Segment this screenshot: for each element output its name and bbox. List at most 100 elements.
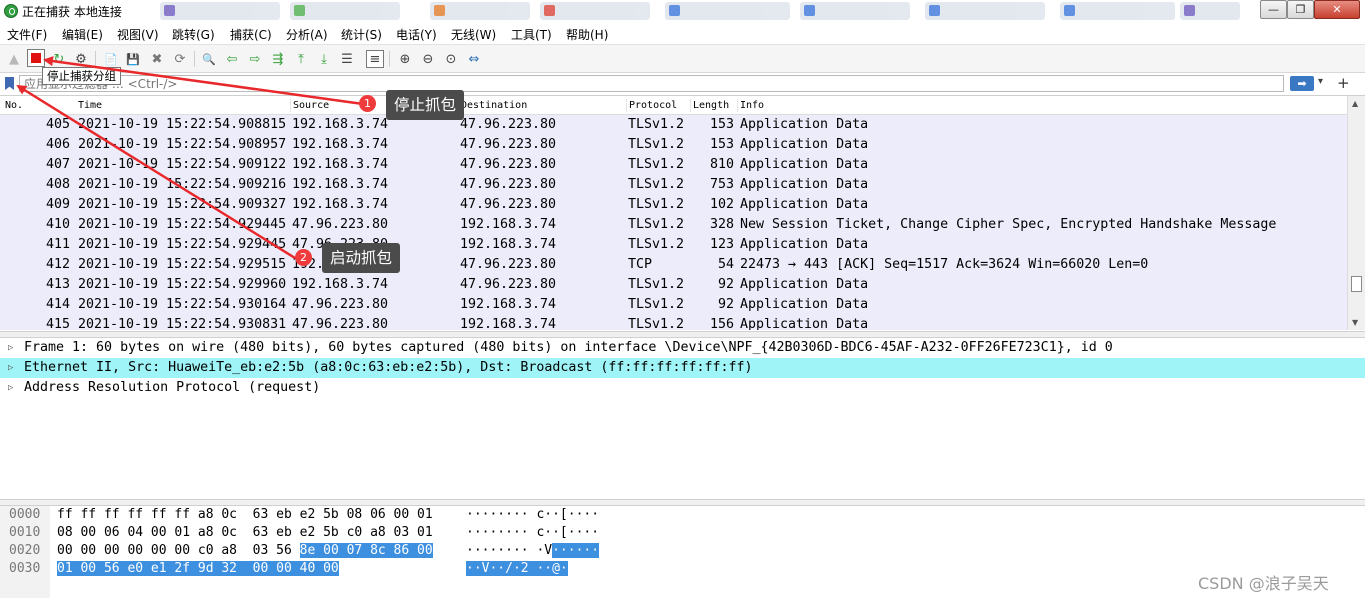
pane-splitter[interactable]	[0, 331, 1365, 338]
column-header-destination[interactable]: Destination	[458, 99, 527, 112]
packet-length: 123	[709, 237, 734, 252]
go-back-icon[interactable]: ⇦	[223, 50, 241, 68]
minimize-button[interactable]: —	[1260, 0, 1287, 19]
zoom-out-icon[interactable]: ⊖	[419, 50, 437, 68]
zoom-reset-icon[interactable]: ⊙	[442, 50, 460, 68]
go-to-packet-icon[interactable]: ⇶	[269, 50, 287, 68]
scrollbar-thumb[interactable]	[1351, 276, 1362, 292]
menu-help[interactable]: 帮助(H)	[566, 26, 608, 43]
apply-filter-button[interactable]: ➡	[1290, 76, 1314, 91]
detail-row-ethernet[interactable]: ▷ Ethernet II, Src: HuaweiTe_eb:e2:5b (a…	[0, 358, 1365, 378]
background-tab	[665, 2, 790, 20]
menu-telephony[interactable]: 电话(Y)	[396, 26, 437, 43]
menu-capture[interactable]: 捕获(C)	[230, 26, 272, 43]
packet-row[interactable]: 406 2021-10-19 15:22:54.908957 192.168.3.7…	[0, 135, 1347, 155]
detail-row-arp[interactable]: ▷ Address Resolution Protocol (request)	[0, 378, 1365, 398]
menu-statistics[interactable]: 统计(S)	[341, 26, 382, 43]
packet-list-scrollbar[interactable]: ▲ ▼	[1347, 96, 1365, 330]
menu-edit[interactable]: 编辑(E)	[62, 26, 103, 43]
close-file-icon[interactable]: ✖	[148, 50, 166, 68]
display-filter-input[interactable]	[19, 75, 1284, 92]
annotation-callout-start: 启动抓包	[322, 243, 401, 273]
packet-protocol: TLSv1.2	[628, 217, 685, 232]
resize-columns-icon[interactable]: ⇔	[465, 50, 483, 68]
menu-analyze[interactable]: 分析(A)	[286, 26, 328, 43]
packet-row[interactable]: 414 2021-10-19 15:22:54.930164 47.96.223.8…	[0, 295, 1347, 315]
column-header-info[interactable]: Info	[737, 99, 764, 112]
menu-file[interactable]: 文件(F)	[7, 26, 47, 43]
packet-protocol: TLSv1.2	[628, 137, 685, 152]
column-header-time[interactable]: Time	[76, 99, 102, 112]
annotation-badge-1: 1	[359, 95, 376, 112]
packet-row[interactable]: 4122021-10-19 15:22:54.929515192.168.3.7…	[0, 255, 1347, 275]
ascii-bytes[interactable]: ········ c··[····	[466, 524, 599, 542]
packet-row[interactable]: 410 2021-10-19 15:22:54.929445 47.96.223.8…	[0, 215, 1347, 235]
zoom-in-icon[interactable]: ⊕	[396, 50, 414, 68]
column-header-protocol[interactable]: Protocol	[626, 99, 677, 112]
packet-time: 2021-10-19 15:22:54.929445	[78, 237, 287, 252]
filter-dropdown-icon[interactable]: ▾	[1318, 76, 1323, 87]
find-packet-icon[interactable]: 🔍	[200, 50, 218, 68]
scroll-up-icon[interactable]: ▲	[1352, 99, 1358, 108]
menu-view[interactable]: 视图(V)	[117, 26, 159, 43]
detail-row-frame[interactable]: ▷ Frame 1: 60 bytes on wire (480 bits), …	[0, 338, 1365, 358]
go-forward-icon[interactable]: ⇨	[246, 50, 264, 68]
packet-source: 47.96.223.80	[292, 317, 389, 330]
ascii-bytes[interactable]: ··V··/·2 ··@·	[466, 560, 568, 578]
menu-wireless[interactable]: 无线(W)	[451, 26, 496, 43]
packet-time: 2021-10-19 15:22:54.909216	[78, 177, 287, 192]
expand-arrow-icon[interactable]: ▷	[8, 378, 13, 398]
menu-tools[interactable]: 工具(T)	[511, 26, 552, 43]
scroll-down-icon[interactable]: ▼	[1352, 318, 1358, 327]
menu-go[interactable]: 跳转(G)	[172, 26, 215, 43]
packet-source: 192.168.3.74	[292, 137, 389, 152]
close-button[interactable]: ✕	[1314, 0, 1360, 19]
hex-bytes[interactable]: ff ff ff ff ff ff a8 0c 63 eb e2 5b 08 0…	[57, 506, 433, 524]
go-first-packet-icon[interactable]: ⤒	[292, 50, 310, 68]
packet-info: Application Data	[740, 197, 869, 212]
packet-row[interactable]: 405 2021-10-19 15:22:54.908815 192.168.3.7…	[0, 115, 1347, 135]
packet-no: 405	[46, 117, 71, 132]
packet-row[interactable]: 407 2021-10-19 15:22:54.909122 192.168.3.7…	[0, 155, 1347, 175]
save-file-icon[interactable]: 💾	[124, 50, 142, 68]
reload-file-icon[interactable]: ⟳	[171, 50, 189, 68]
restart-capture-icon[interactable]: ↻	[50, 50, 68, 68]
hex-bytes[interactable]: 08 00 06 04 00 01 a8 0c 63 eb e2 5b c0 a…	[57, 524, 433, 542]
packet-info: Application Data	[740, 277, 869, 292]
packet-no: 412	[46, 257, 71, 272]
ascii-bytes[interactable]: ········ c··[····	[466, 506, 599, 524]
packet-row[interactable]: 413 2021-10-19 15:22:54.929960 192.168.3.7…	[0, 275, 1347, 295]
maximize-button[interactable]: ❐	[1287, 0, 1314, 19]
packet-row[interactable]: 409 2021-10-19 15:22:54.909327 192.168.3.7…	[0, 195, 1347, 215]
packet-row[interactable]: 408 2021-10-19 15:22:54.909216 192.168.3.7…	[0, 175, 1347, 195]
ascii-bytes[interactable]: ········ ·V······	[466, 542, 600, 560]
autoscroll-icon[interactable]: ☰	[338, 50, 356, 68]
hex-bytes[interactable]: 00 00 00 00 00 00 c0 a8 03 56 8e 00 07 8…	[57, 542, 433, 560]
background-tab	[1180, 2, 1240, 20]
start-capture-fin-icon[interactable]: ▲	[5, 50, 23, 68]
background-tab	[925, 2, 1045, 20]
packet-info: Application Data	[740, 157, 869, 172]
go-last-packet-icon[interactable]: ⤓	[315, 50, 333, 68]
column-header-length[interactable]: Length	[690, 99, 729, 112]
colorize-icon[interactable]: ≡	[366, 50, 384, 68]
column-header-no[interactable]: No.	[3, 99, 23, 112]
packet-row[interactable]: 415 2021-10-19 15:22:54.930831 47.96.223.8…	[0, 315, 1347, 330]
background-tab	[1060, 2, 1175, 20]
hex-bytes[interactable]: 01 00 56 e0 e1 2f 9d 32 00 00 40 00	[57, 560, 339, 578]
open-file-icon[interactable]: 📄	[102, 50, 120, 68]
toolbar-separator	[389, 51, 390, 67]
expand-arrow-icon[interactable]: ▷	[8, 338, 13, 358]
column-header-source[interactable]: Source	[290, 99, 329, 112]
packet-length: 328	[709, 217, 734, 232]
packet-time: 2021-10-19 15:22:54.929960	[78, 277, 287, 292]
add-filter-button[interactable]: +	[1337, 74, 1350, 92]
packet-details: ▷ Frame 1: 60 bytes on wire (480 bits), …	[0, 338, 1365, 500]
packet-row[interactable]: 4112021-10-19 15:22:54.92944547.96.223.8…	[0, 235, 1347, 255]
packet-info: 22473 → 443 [ACK] Seq=1517 Ack=3624 Win=…	[740, 257, 1149, 272]
stop-capture-button[interactable]	[27, 49, 45, 67]
expand-arrow-icon[interactable]: ▷	[8, 358, 13, 378]
capture-options-icon[interactable]: ⚙	[72, 50, 90, 68]
pane-splitter[interactable]	[0, 499, 1365, 506]
bookmark-icon[interactable]	[4, 76, 16, 91]
